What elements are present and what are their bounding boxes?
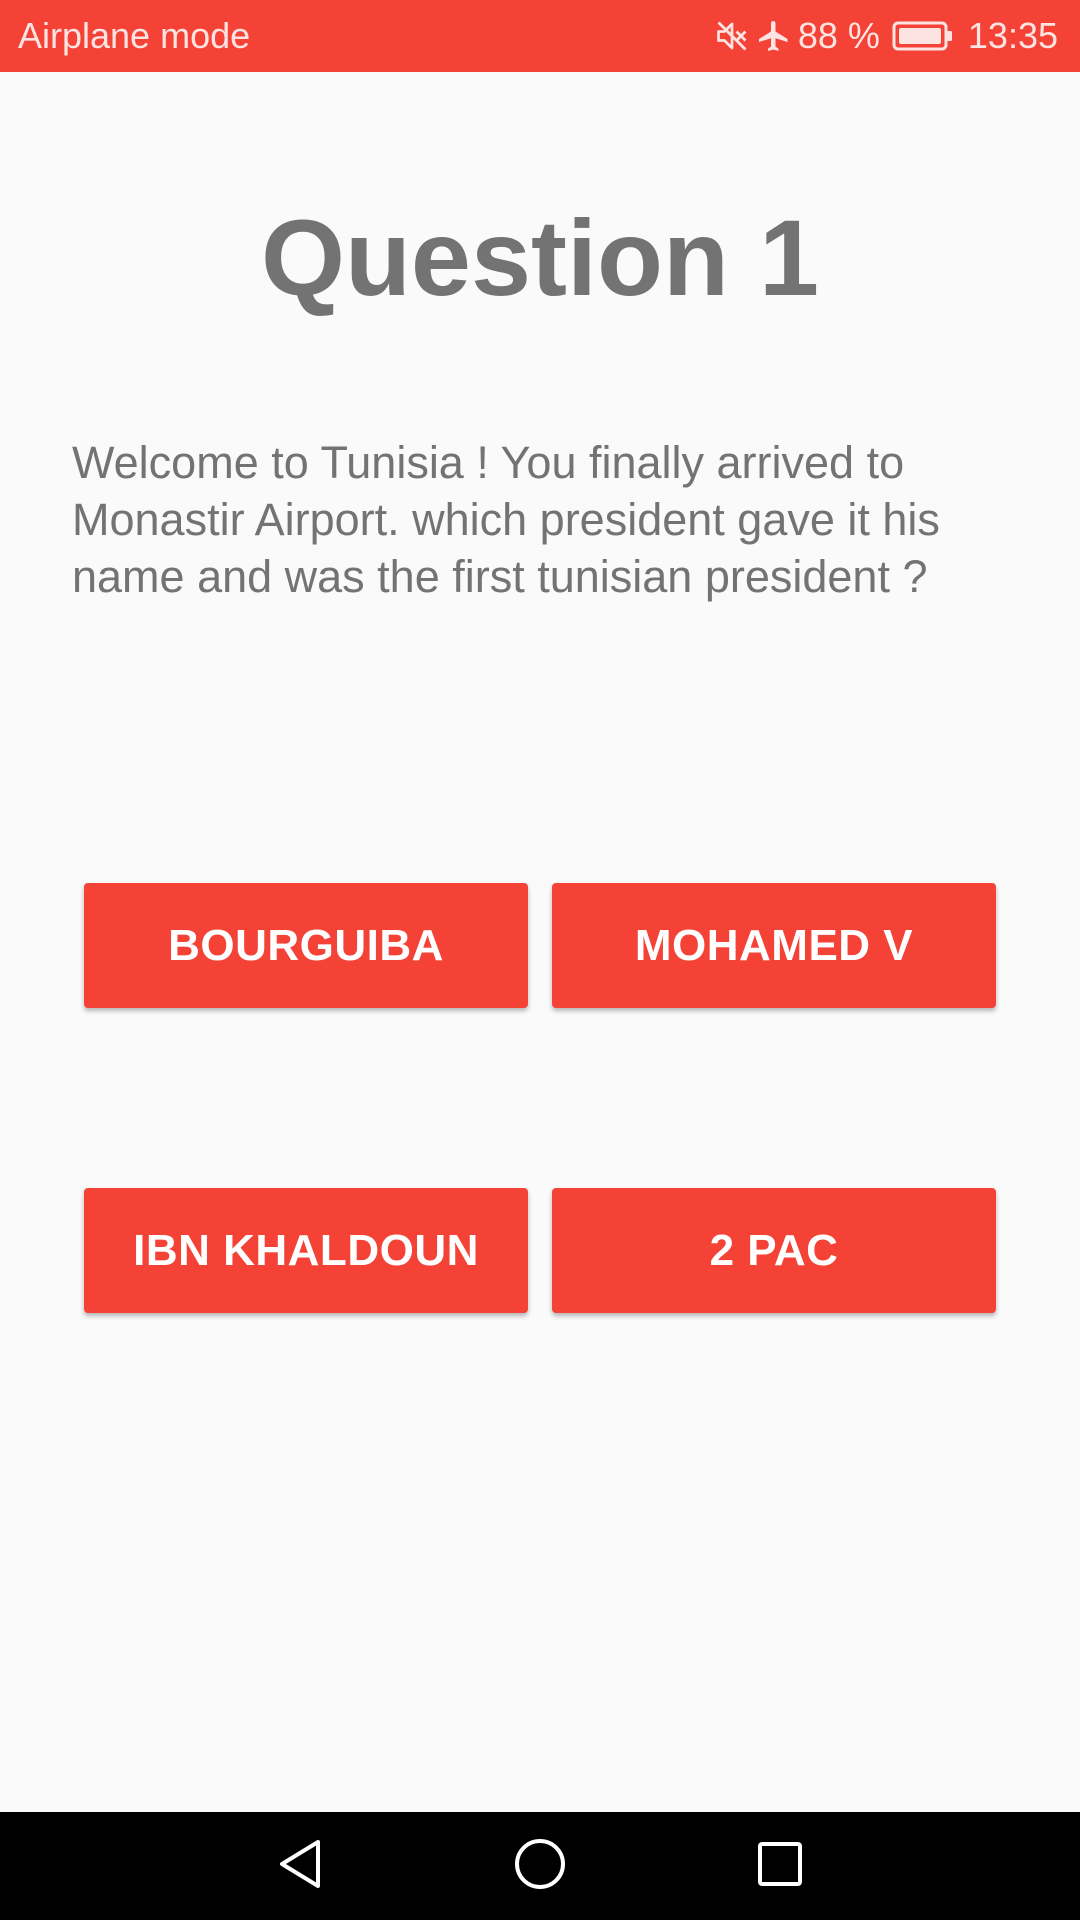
status-left: Airplane mode [18, 15, 250, 57]
question-title: Question 1 [260, 197, 820, 318]
back-button[interactable] [240, 1812, 360, 1920]
clock: 13:35 [967, 15, 1058, 56]
back-icon [274, 1836, 326, 1897]
status-right: 88 % 13:35 [714, 15, 1058, 57]
navigation-bar [0, 1812, 1080, 1920]
answer-button-2-pac[interactable]: 2 PAC [552, 1188, 996, 1313]
airplane-icon [756, 18, 792, 54]
airplane-mode-label: Airplane mode [18, 15, 251, 56]
answer-button-mohamed-v[interactable]: MOHAMED V [552, 883, 996, 1008]
quiz-screen: Airplane mode 88 % 13:35 Question 1 Welc… [0, 0, 1080, 1920]
recents-icon [755, 1839, 805, 1894]
recents-button[interactable] [720, 1812, 840, 1920]
mute-icon [714, 18, 750, 54]
question-text: Welcome to Tunisia ! You finally arrived… [72, 437, 940, 602]
home-button[interactable] [480, 1812, 600, 1920]
status-bar: Airplane mode 88 % 13:35 [0, 0, 1080, 72]
answer-button-ibn-khaldoun[interactable]: IBN KHALDOUN [84, 1188, 528, 1313]
answer-button-bourguiba[interactable]: BOURGUIBA [84, 883, 528, 1008]
battery-icon [892, 20, 954, 52]
home-icon [512, 1836, 568, 1897]
battery-percent: 88 % [797, 15, 880, 56]
